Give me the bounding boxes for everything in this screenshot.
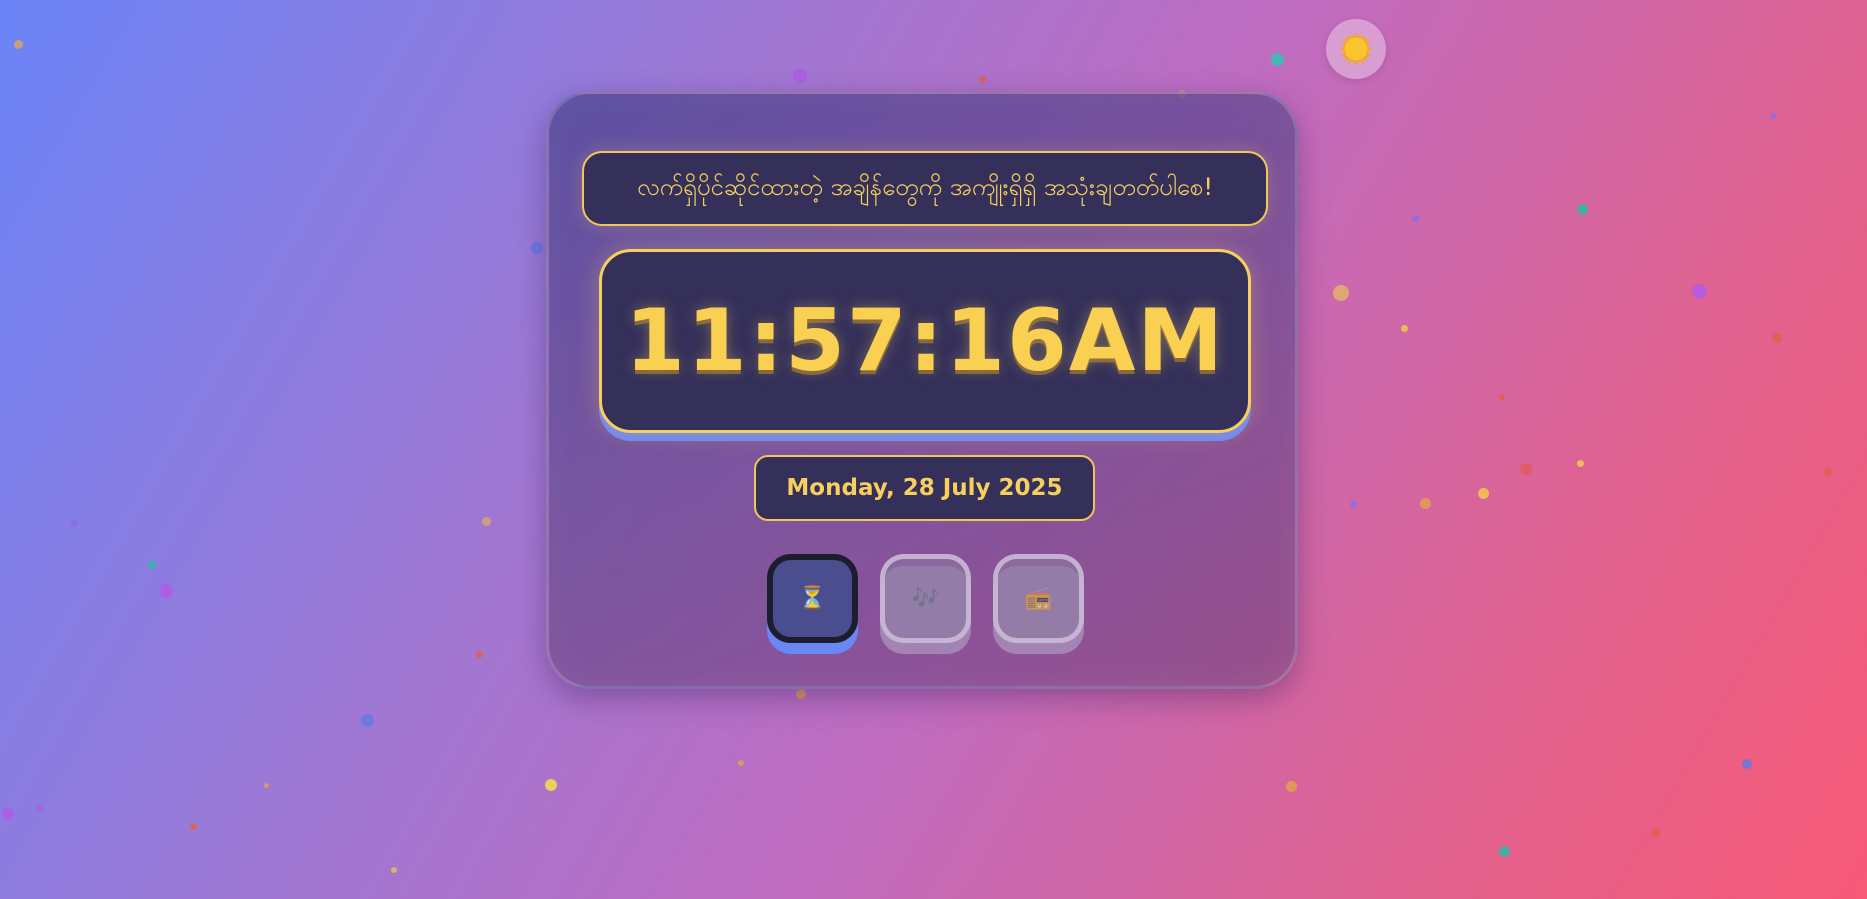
particle: [1350, 501, 1357, 508]
particle: [1286, 781, 1297, 792]
particle: [545, 779, 557, 791]
clock-display: 11:57:16AM: [599, 249, 1251, 444]
particle: [1577, 460, 1584, 467]
particle: [2, 808, 14, 820]
button-face: 🎶: [880, 554, 971, 643]
particle: [1412, 215, 1419, 222]
particle: [1499, 394, 1505, 400]
particle: [796, 689, 806, 699]
hourglass-icon: ⏳: [798, 585, 827, 611]
particle: [476, 651, 483, 658]
mode-buttons: ⏳ 🎶 📻: [767, 554, 1087, 654]
clock-face: 11:57:16AM: [599, 249, 1251, 433]
particle: [159, 584, 173, 598]
particle: [1772, 333, 1782, 343]
particle: [1770, 113, 1776, 119]
music-notes-icon: 🎶: [911, 585, 940, 611]
radio-icon: 📻: [1024, 585, 1053, 611]
mode-button-radio[interactable]: 📻: [993, 554, 1084, 654]
particle: [190, 823, 197, 830]
particle: [70, 519, 78, 527]
particle: [1420, 498, 1431, 509]
particle: [1742, 759, 1752, 769]
particle: [1478, 488, 1489, 499]
particle: [1692, 284, 1707, 299]
particle: [148, 561, 156, 569]
particle: [531, 242, 543, 254]
button-face: ⏳: [767, 554, 858, 643]
date-display: Monday, 28 July 2025: [754, 455, 1095, 521]
clock-card: လက်ရှိပိုင်ဆိုင်ထားတဲ့ အချိန်တွေကို အကျိ…: [546, 91, 1298, 689]
clock-time: 11:57:16AM: [625, 291, 1225, 391]
mode-button-music[interactable]: 🎶: [880, 554, 971, 654]
particle: [1271, 53, 1284, 66]
particle: [738, 760, 744, 766]
button-face: 📻: [993, 554, 1084, 643]
particle: [1651, 829, 1660, 838]
sun-icon: [1339, 32, 1373, 66]
motivation-banner: လက်ရှိပိုင်ဆိုင်ထားတဲ့ အချိန်တွေကို အကျိ…: [582, 151, 1268, 226]
particle: [1577, 204, 1588, 215]
particle: [793, 69, 807, 83]
theme-toggle-button[interactable]: [1326, 19, 1386, 79]
particle: [391, 867, 397, 873]
motivation-text: လက်ရှိပိုင်ဆိုင်ထားတဲ့ အချိန်တွေကို အကျိ…: [636, 172, 1214, 201]
mode-button-timer[interactable]: ⏳: [767, 554, 858, 654]
particle: [1401, 325, 1408, 332]
particle: [1499, 846, 1510, 857]
particle: [264, 783, 269, 788]
particle: [1333, 285, 1349, 301]
particle: [14, 40, 23, 49]
particle: [1824, 468, 1832, 476]
date-text: Monday, 28 July 2025: [786, 475, 1063, 501]
particle: [36, 805, 43, 812]
particle: [361, 714, 374, 727]
particle: [979, 76, 986, 83]
particle: [482, 517, 491, 526]
particle: [1520, 463, 1532, 475]
